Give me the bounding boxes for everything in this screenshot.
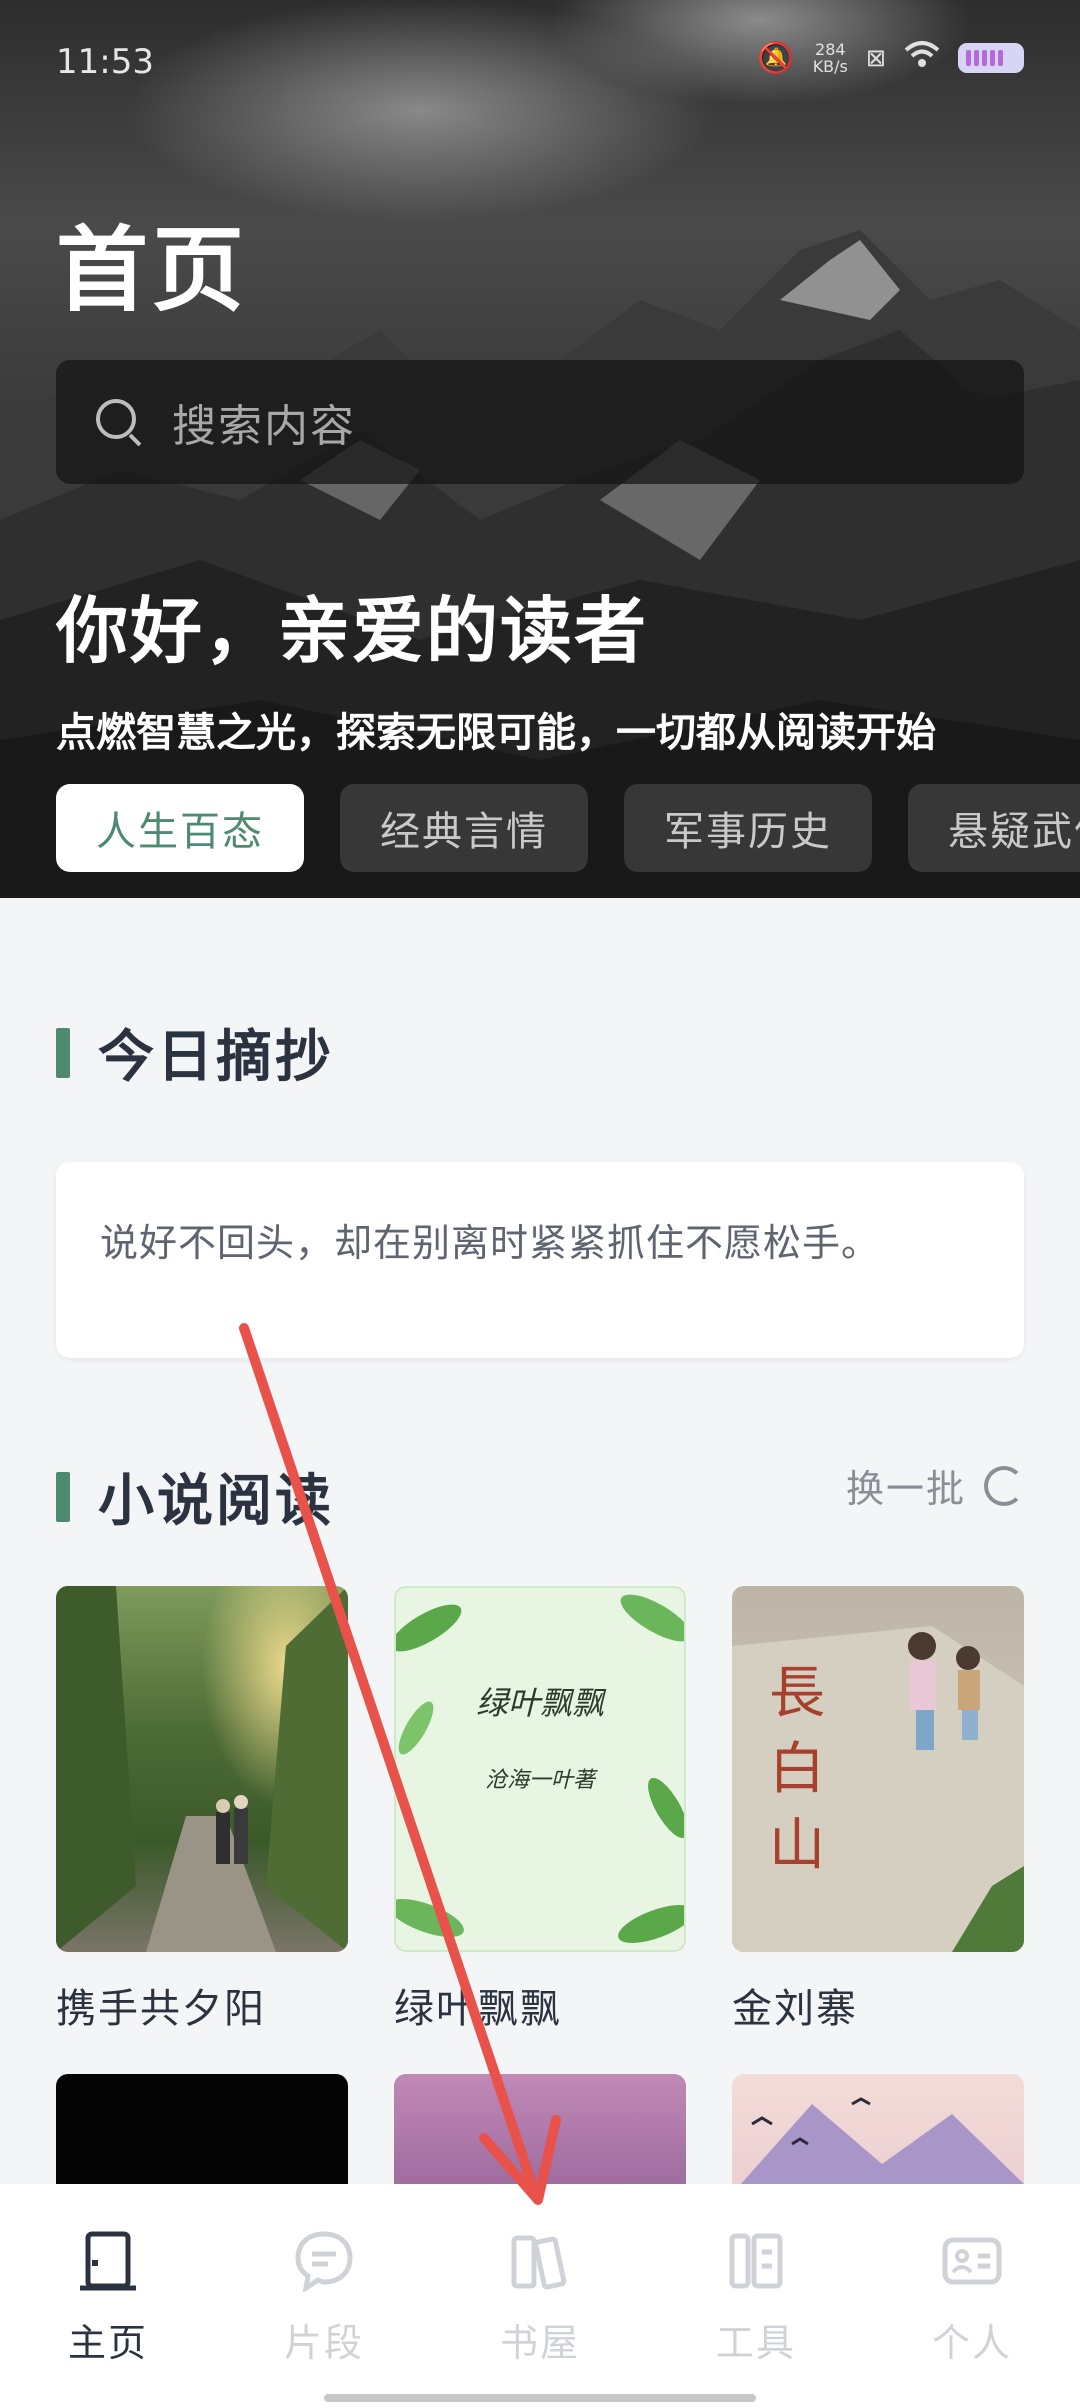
book-cover <box>56 1586 348 1952</box>
section-accent-bar <box>56 1471 70 1522</box>
book-card[interactable]: 長白山 金刘寨 <box>732 1586 1024 2034</box>
nav-item-fragments[interactable]: 片段 <box>216 2184 432 2408</box>
mute-bell-icon: 🔕 <box>757 40 795 76</box>
refresh-icon <box>984 1465 1024 1506</box>
network-speed-unit: KB/s <box>812 57 848 76</box>
home-indicator[interactable] <box>324 2394 756 2402</box>
greeting-title: 你好，亲爱的读者 <box>56 588 649 673</box>
chat-bubble-icon <box>294 2230 354 2294</box>
daily-excerpt-card[interactable]: 说好不回头，却在别离时紧紧抓住不愿松手。 <box>56 1162 1024 1358</box>
battery-icon <box>958 43 1024 73</box>
refresh-label: 换一批 <box>845 1467 966 1511</box>
book-cover: 绿叶飘飘 沧海一叶著 <box>394 1586 686 1952</box>
books-icon <box>510 2230 570 2292</box>
book-title: 携手共夕阳 <box>56 1986 266 2032</box>
nav-item-profile[interactable]: 个人 <box>864 2184 1080 2408</box>
cover-title: 绿叶飘飘 <box>475 1684 604 1722</box>
door-icon <box>78 2230 138 2292</box>
book-title: 绿叶飘飘 <box>394 1986 562 2032</box>
nav-item-home[interactable]: 主页 <box>0 2184 216 2408</box>
status-icons: 🔕 284 KB/s ⊠ <box>757 40 1024 76</box>
book-cover: 長白山 <box>732 1586 1024 1952</box>
couple-walking-image <box>56 1586 348 1952</box>
category-tab-life[interactable]: 人生百态 <box>56 784 304 872</box>
daily-excerpt-text: 说好不回头，却在别离时紧紧抓住不愿松手。 <box>100 1221 881 1265</box>
search-icon <box>94 397 144 447</box>
wifi-icon <box>904 40 940 76</box>
refresh-batch-button[interactable]: 换一批 <box>846 1458 1024 1513</box>
search-input[interactable]: 搜索内容 <box>56 360 1024 484</box>
nav-label: 书屋 <box>499 2321 580 2365</box>
category-tab-romance[interactable]: 经典言情 <box>340 784 588 872</box>
hero-banner: 11:53 🔕 284 KB/s ⊠ 首页 搜索内容 你好，亲爱的读者 点燃智慧… <box>0 0 1080 898</box>
book-card[interactable]: 绿叶飘飘 沧海一叶著 绿叶飘飘 <box>394 1586 686 2034</box>
daily-excerpt-header: 今日摘抄 <box>56 1012 334 1093</box>
category-tab-military-history[interactable]: 军事历史 <box>624 784 872 872</box>
network-speed-value: 284 <box>815 40 846 59</box>
section-accent-bar <box>56 1027 70 1078</box>
book-card[interactable]: 携手共夕阳 <box>56 1586 348 2034</box>
nav-item-tools[interactable]: 工具 <box>648 2184 864 2408</box>
bottom-navigation: 主页 片段 书屋 工具 个人 <box>0 2184 1080 2408</box>
notification-icon: ⊠ <box>865 44 886 72</box>
tools-icon <box>726 2230 786 2292</box>
page-title: 首页 <box>56 216 249 324</box>
nav-label: 片段 <box>283 2321 364 2365</box>
nav-label: 工具 <box>715 2321 796 2365</box>
nav-label: 主页 <box>67 2321 148 2365</box>
nav-label: 个人 <box>931 2321 1012 2365</box>
id-card-icon <box>942 2230 1002 2292</box>
novel-reading-header: 小说阅读 <box>56 1456 334 1537</box>
category-tab-mystery-wuxia[interactable]: 悬疑武侠 <box>908 784 1080 872</box>
status-time: 11:53 <box>56 42 154 82</box>
novel-reading-title: 小说阅读 <box>98 1469 334 1534</box>
daily-excerpt-title: 今日摘抄 <box>98 1025 334 1090</box>
category-tabs: 人生百态 经典言情 军事历史 悬疑武侠 <box>56 784 1080 872</box>
book-title: 金刘寨 <box>732 1986 858 2032</box>
nav-item-bookstore[interactable]: 书屋 <box>432 2184 648 2408</box>
cover-carved-text: 長白山 <box>769 1661 825 1878</box>
greeting-tagline: 点燃智慧之光，探索无限可能，一切都从阅读开始 <box>56 709 936 756</box>
network-speed: 284 KB/s <box>813 41 848 75</box>
status-bar: 11:53 🔕 284 KB/s ⊠ <box>0 0 1080 120</box>
search-placeholder: 搜索内容 <box>172 401 356 452</box>
cover-author: 沧海一叶著 <box>484 1768 595 1793</box>
